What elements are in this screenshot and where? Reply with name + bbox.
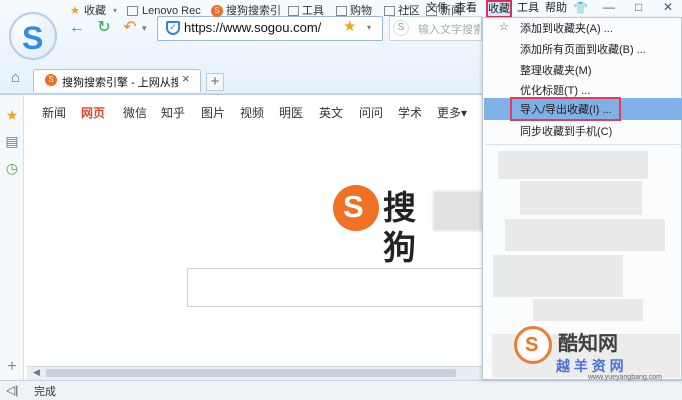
nav-doctor[interactable]: 明医: [279, 104, 303, 120]
browser-window: S ← ↻ ↶ ▾ ✓ https://www.sogou.com/ ★ ▾ S…: [0, 0, 682, 400]
nav-images[interactable]: 图片: [201, 104, 225, 120]
tab-title[interactable]: 搜狗搜索引擎 - 上网从搜: [62, 74, 178, 88]
favorites-dropdown-icon[interactable]: ▾: [113, 3, 117, 19]
close-tab-icon[interactable]: ×: [182, 71, 194, 86]
folder-icon: [127, 6, 138, 16]
nav-web[interactable]: 网页: [81, 104, 105, 120]
nav-wechat[interactable]: 微信: [123, 104, 147, 120]
bookmark-shopping[interactable]: 购物: [350, 3, 372, 19]
folder-icon: [426, 6, 437, 16]
history-clock-icon[interactable]: ◷: [5, 161, 19, 175]
sogou-s-icon: S: [22, 20, 44, 56]
star-icon[interactable]: ★: [343, 19, 359, 35]
refresh-icon[interactable]: ↻: [95, 19, 113, 37]
bookmark-lenovo[interactable]: Lenovo Rec: [142, 3, 201, 19]
blurred-bookmark-block: [498, 151, 648, 179]
add-to-favorites-menu-item[interactable]: 添加到收藏夹(A) ...: [520, 21, 670, 37]
close-icon[interactable]: ✕: [663, 0, 673, 15]
menu-help[interactable]: 帮助: [545, 1, 567, 16]
search-placeholder[interactable]: 输入文字搜索: [418, 21, 480, 37]
blur-overlay: [433, 191, 486, 231]
maximize-icon[interactable]: □: [635, 0, 642, 15]
bookmark-tools[interactable]: 工具: [302, 3, 324, 19]
nav-video[interactable]: 视频: [240, 104, 264, 120]
address-dropdown-icon[interactable]: ▾: [367, 23, 375, 32]
watermark-main-text: 酷知网: [558, 333, 618, 355]
add-sidebar-icon[interactable]: +: [5, 359, 19, 375]
scrollbar-thumb[interactable]: [46, 369, 456, 377]
nav-zhihu[interactable]: 知乎: [161, 104, 185, 120]
shirt-icon[interactable]: 👕: [573, 1, 588, 16]
bookmark-favorites[interactable]: 收藏: [84, 3, 106, 19]
nav-news[interactable]: 新闻: [42, 104, 66, 120]
sogou-logo-symbol: S: [343, 189, 364, 224]
folder-icon: [288, 6, 299, 16]
menu-separator: [486, 144, 682, 145]
sogou-bookmark-icon: S: [211, 5, 223, 17]
new-tab-button[interactable]: +: [206, 73, 224, 91]
minimize-icon[interactable]: —: [603, 0, 615, 15]
search-input[interactable]: [187, 268, 484, 307]
nav-scholar[interactable]: 学术: [398, 104, 422, 120]
sogou-tab-icon: S: [45, 74, 57, 86]
add-favorite-star-icon: ☆: [499, 21, 509, 33]
undo-icon[interactable]: ↶: [121, 19, 139, 37]
blurred-bookmark-block: [493, 255, 623, 297]
document-sidebar-icon[interactable]: ▤: [5, 134, 19, 148]
blurred-bookmark-block: [533, 299, 643, 321]
favorites-sidebar-icon[interactable]: ★: [5, 108, 19, 122]
blurred-bookmark-block: [505, 219, 665, 251]
collapse-sidebar-icon[interactable]: ◁|: [6, 383, 20, 397]
sync-to-phone-menu-item[interactable]: 同步收藏到手机(C): [520, 124, 670, 140]
nav-more[interactable]: 更多▾: [437, 104, 467, 120]
bookmark-sogou[interactable]: 搜狗搜索引: [226, 3, 281, 19]
nav-english[interactable]: 英文: [319, 104, 343, 120]
shield-icon: ✓: [166, 21, 180, 35]
scroll-left-icon[interactable]: ◀: [33, 367, 43, 379]
watermark-url: www.yueyangbang.com: [588, 374, 662, 381]
folder-icon: [384, 6, 395, 16]
back-arrow-icon[interactable]: ←: [68, 19, 86, 37]
status-bar: [0, 380, 682, 400]
menu-favorites[interactable]: 收藏: [486, 0, 512, 18]
url-text[interactable]: https://www.sogou.com/: [184, 20, 334, 38]
search-engine-icon[interactable]: S: [393, 20, 409, 36]
add-all-pages-menu-item[interactable]: 添加所有页面到收藏(B) ...: [520, 42, 670, 58]
watermark-sub-text: 越 羊 资 网: [556, 358, 624, 374]
import-export-highlight-box: [510, 97, 621, 121]
blurred-bookmark-block: [520, 181, 642, 215]
undo-dropdown-icon[interactable]: ▾: [142, 23, 150, 33]
organize-favorites-menu-item[interactable]: 整理收藏夹(M): [520, 63, 670, 79]
home-icon[interactable]: ⌂: [11, 70, 27, 86]
nav-ask[interactable]: 问问: [359, 104, 383, 120]
favorites-star-icon: ★: [70, 5, 80, 17]
folder-icon: [336, 6, 347, 16]
status-text: 完成: [34, 386, 56, 398]
menu-tools[interactable]: 工具: [517, 1, 539, 16]
watermark-s-icon: S: [525, 334, 539, 356]
bookmark-news[interactable]: 新闻: [440, 3, 462, 19]
bookmark-community[interactable]: 社区: [398, 3, 420, 19]
